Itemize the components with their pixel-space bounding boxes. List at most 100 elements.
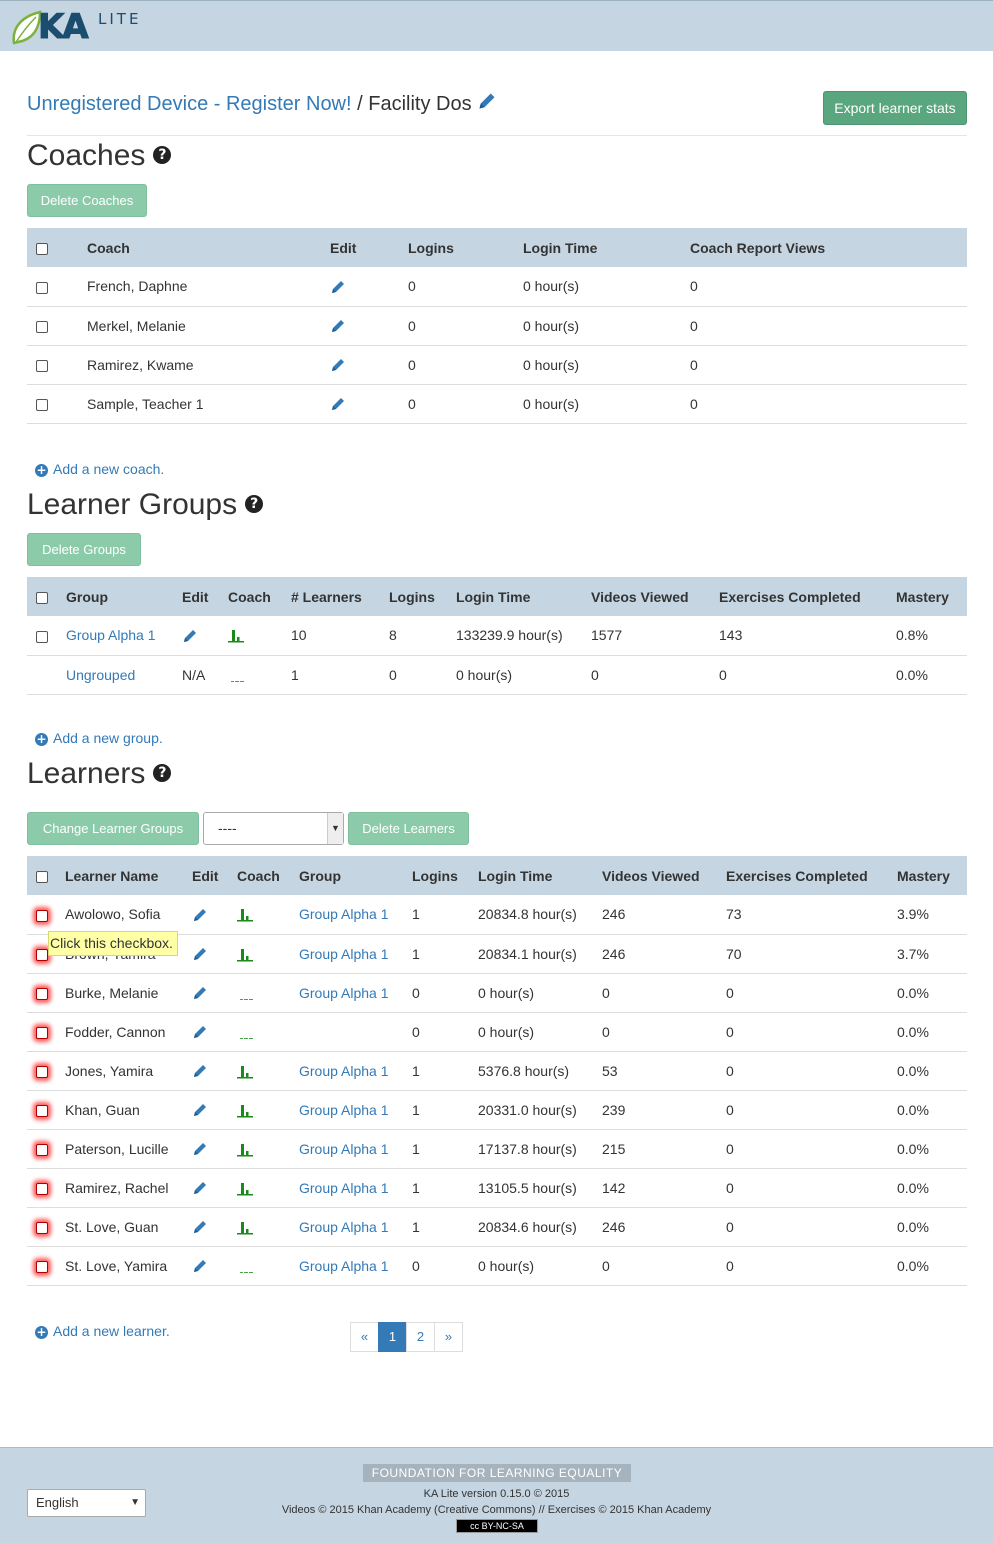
group-link[interactable]: Group Alpha 1 (66, 627, 156, 643)
group-link[interactable]: Group Alpha 1 (299, 985, 389, 1001)
column-header[interactable]: Logins (408, 228, 523, 267)
coach-report-sparkline-icon[interactable] (237, 948, 253, 962)
edit-cell[interactable] (192, 934, 237, 974)
group-link[interactable]: Group Alpha 1 (299, 1258, 389, 1274)
group-name[interactable]: Group Alpha 1 (299, 973, 412, 1013)
group-name[interactable] (299, 1012, 412, 1052)
edit-cell[interactable] (192, 1246, 237, 1286)
column-header[interactable]: Videos Viewed (602, 856, 726, 895)
row-checkbox[interactable] (36, 948, 48, 961)
checkbox-cell[interactable] (27, 1129, 65, 1169)
edit-pencil-icon[interactable] (192, 1102, 208, 1118)
group-link[interactable]: Group Alpha 1 (299, 1102, 389, 1118)
coach-cell[interactable] (237, 1168, 299, 1208)
edit-pencil-icon[interactable] (192, 946, 208, 962)
page-2-button[interactable]: 2 (406, 1322, 435, 1352)
checkbox-cell[interactable] (27, 973, 65, 1013)
row-checkbox[interactable] (36, 398, 48, 411)
group-link[interactable]: Group Alpha 1 (299, 946, 389, 962)
edit-pencil-icon[interactable] (330, 357, 346, 373)
edit-pencil-icon[interactable] (192, 1219, 208, 1235)
group-link[interactable]: Group Alpha 1 (299, 1219, 389, 1235)
fle-logo[interactable]: FOUNDATION FOR LEARNING EQUALITY (363, 1464, 631, 1482)
cc-license-badge[interactable]: cc BY-NC-SA (456, 1519, 538, 1533)
coach-report-empty-sparkline-icon[interactable] (237, 987, 253, 1001)
row-checkbox[interactable] (36, 1065, 48, 1078)
row-checkbox[interactable] (36, 320, 48, 333)
row-checkbox[interactable] (36, 987, 48, 1000)
delete-groups-button[interactable]: Delete Groups (27, 533, 141, 566)
column-header[interactable]: Group (299, 856, 412, 895)
coach-cell[interactable] (228, 616, 291, 656)
edit-pencil-icon[interactable] (330, 396, 346, 412)
column-header[interactable]: Login Time (456, 577, 591, 616)
column-header[interactable]: Exercises Completed (719, 577, 896, 616)
column-header[interactable]: Learner Name (65, 856, 192, 895)
coach-cell[interactable] (228, 655, 291, 695)
edit-pencil-icon[interactable] (192, 985, 208, 1001)
edit-cell[interactable] (192, 1051, 237, 1091)
column-header[interactable]: Coach Report Views (690, 228, 967, 267)
column-header[interactable]: Mastery (896, 577, 967, 616)
coach-report-sparkline-icon[interactable] (237, 908, 253, 922)
edit-cell[interactable] (192, 895, 237, 935)
add-coach-link[interactable]: + Add a new coach. (35, 461, 164, 477)
checkbox-cell[interactable] (27, 1246, 65, 1286)
coach-report-sparkline-icon[interactable] (237, 1221, 253, 1235)
select-all-groups-checkbox[interactable] (36, 591, 48, 604)
checkbox-cell[interactable] (27, 384, 87, 424)
prev-page-button[interactable]: « (350, 1322, 379, 1352)
group-name[interactable]: Group Alpha 1 (299, 895, 412, 935)
checkbox-cell[interactable] (27, 1168, 65, 1208)
edit-cell[interactable] (330, 345, 408, 385)
coach-report-sparkline-icon[interactable] (237, 1182, 253, 1196)
row-checkbox[interactable] (36, 1260, 48, 1273)
coach-report-empty-sparkline-icon[interactable] (228, 669, 244, 683)
column-header[interactable]: # Learners (291, 577, 389, 616)
coach-cell[interactable] (237, 895, 299, 935)
column-header[interactable]: Videos Viewed (591, 577, 719, 616)
checkbox-cell[interactable] (27, 267, 87, 307)
edit-cell[interactable] (192, 1168, 237, 1208)
checkbox-cell[interactable] (27, 306, 87, 346)
edit-pencil-icon[interactable] (192, 1141, 208, 1157)
coach-report-sparkline-icon[interactable] (237, 1143, 253, 1157)
row-checkbox[interactable] (36, 281, 48, 294)
page-1-button[interactable]: 1 (378, 1322, 407, 1352)
group-name[interactable]: Group Alpha 1 (299, 1246, 412, 1286)
column-header[interactable]: Logins (389, 577, 456, 616)
register-link[interactable]: Unregistered Device - Register Now! (27, 93, 352, 115)
coach-cell[interactable] (237, 1090, 299, 1130)
coach-cell[interactable] (237, 973, 299, 1013)
group-link[interactable]: Group Alpha 1 (299, 1180, 389, 1196)
group-link[interactable]: Group Alpha 1 (299, 1063, 389, 1079)
group-name[interactable]: Group Alpha 1 (299, 1168, 412, 1208)
group-name[interactable]: Group Alpha 1 (299, 1129, 412, 1169)
delete-coaches-button[interactable]: Delete Coaches (27, 184, 147, 217)
edit-cell[interactable] (192, 1090, 237, 1130)
checkbox-cell[interactable] (27, 1090, 65, 1130)
edit-cell[interactable] (330, 306, 408, 346)
edit-cell[interactable] (330, 267, 408, 307)
coach-report-empty-sparkline-icon[interactable] (237, 1260, 253, 1274)
delete-learners-button[interactable]: Delete Learners (348, 812, 469, 845)
checkbox-cell[interactable] (27, 616, 66, 656)
group-name[interactable]: Group Alpha 1 (299, 1051, 412, 1091)
edit-cell[interactable] (192, 1012, 237, 1052)
coach-cell[interactable] (237, 934, 299, 974)
checkbox-cell[interactable] (27, 1207, 65, 1247)
edit-pencil-icon[interactable] (192, 907, 208, 923)
row-checkbox[interactable] (36, 1143, 48, 1156)
column-header[interactable]: Login Time (523, 228, 690, 267)
checkbox-cell[interactable] (27, 1012, 65, 1052)
edit-cell[interactable] (192, 973, 237, 1013)
edit-pencil-icon[interactable] (330, 318, 346, 334)
coach-report-empty-sparkline-icon[interactable] (237, 1026, 253, 1040)
column-header[interactable]: Exercises Completed (726, 856, 897, 895)
row-checkbox[interactable] (36, 1104, 48, 1117)
select-all-learners-checkbox[interactable] (36, 870, 48, 883)
help-icon[interactable]: ? (153, 764, 172, 782)
group-name[interactable]: Group Alpha 1 (299, 1207, 412, 1247)
edit-cell[interactable] (192, 1129, 237, 1169)
column-header[interactable]: Login Time (478, 856, 602, 895)
